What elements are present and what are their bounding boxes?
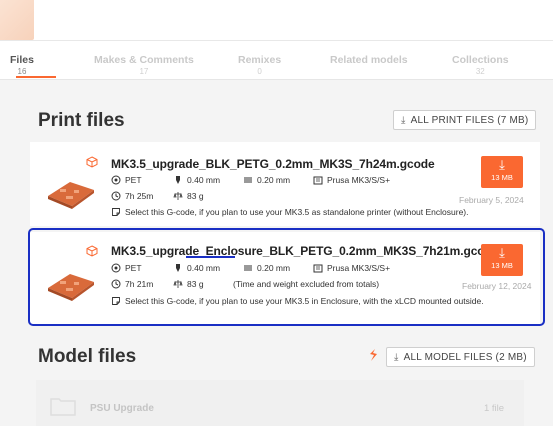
download-arrow-icon: ⤓ (499, 157, 505, 172)
upload-date: February 5, 2024 (459, 195, 524, 205)
all-print-files-label: ALL PRINT FILES (7 MB) (410, 114, 529, 126)
printer-icon (313, 176, 323, 185)
tab-label: Collections (452, 54, 509, 66)
tab-files[interactable]: Files 16 (10, 54, 34, 76)
tab-remixes[interactable]: Remixes 0 (238, 54, 281, 76)
nozzle-icon (176, 176, 180, 184)
material-icon (111, 175, 121, 185)
active-tab-indicator (16, 76, 56, 78)
clock-icon (111, 191, 121, 201)
file-size: 13 MB (491, 173, 513, 182)
all-print-files-button[interactable]: ⤓ ALL PRINT FILES (7 MB) (393, 110, 537, 130)
tab-bar: Files 16 Makes & Comments 17 Remixes 0 R… (0, 42, 553, 80)
all-model-files-label: ALL MODEL FILES (2 MB) (403, 351, 527, 363)
model-files-title: Model files (38, 346, 137, 367)
tab-label: Makes & Comments (94, 54, 194, 66)
tab-count: 32 (475, 67, 485, 76)
material-value: PET (125, 175, 142, 185)
file-meta-row: PET 0.40 mm 0.20 mm Prusa MK3/S/S+ (111, 175, 400, 185)
tab-label: Related models (330, 54, 408, 66)
download-file-button[interactable]: ⤓ 13 MB (481, 156, 523, 188)
model-thumbnail[interactable] (0, 0, 34, 40)
weight-value: 83 g (187, 191, 204, 201)
file-description: Select this G-code, if you plan to use y… (111, 207, 468, 217)
description-text: Select this G-code, if you plan to use y… (125, 207, 469, 217)
printer-value: Prusa MK3/S/S+ (327, 175, 391, 185)
tab-label: Remixes (238, 54, 282, 66)
highlight-box (28, 228, 545, 326)
download-icon: ⤓ (401, 114, 406, 126)
tab-collections[interactable]: Collections 32 (452, 54, 509, 76)
note-icon (112, 208, 120, 216)
annotation-underline (186, 256, 235, 258)
weight-icon (173, 192, 183, 200)
header-strip (0, 0, 553, 42)
file-stats-row: 7h 25m 83 g (111, 191, 214, 201)
gcode-preview-thumbnail[interactable] (46, 176, 96, 210)
divider (0, 40, 553, 41)
file-name[interactable]: MK3.5_upgrade_BLK_PETG_0.2mm_MK3S_7h24m.… (111, 157, 435, 171)
folder-file-count: 1 file (484, 403, 505, 414)
slicer-icon[interactable] (367, 348, 379, 362)
folder-icon (50, 398, 76, 416)
all-model-files-button[interactable]: ⤓ ALL MODEL FILES (2 MB) (386, 347, 535, 367)
tab-count: 0 (257, 67, 262, 76)
layer-height-value: 0.20 mm (257, 175, 291, 185)
tab-makes-comments[interactable]: Makes & Comments 17 (94, 54, 194, 76)
tab-count: 16 (17, 67, 27, 76)
print-time-value: 7h 25m (125, 191, 154, 201)
tab-label: Files (10, 54, 34, 66)
download-icon: ⤓ (394, 351, 399, 363)
tab-count: 17 (139, 67, 149, 76)
nozzle-value: 0.40 mm (187, 175, 221, 185)
tab-related-models[interactable]: Related models (330, 54, 408, 67)
layer-height-icon (244, 177, 252, 183)
print-files-title: Print files (38, 110, 125, 131)
gcode-cube-icon (86, 156, 98, 168)
folder-name: PSU Upgrade (90, 403, 154, 414)
